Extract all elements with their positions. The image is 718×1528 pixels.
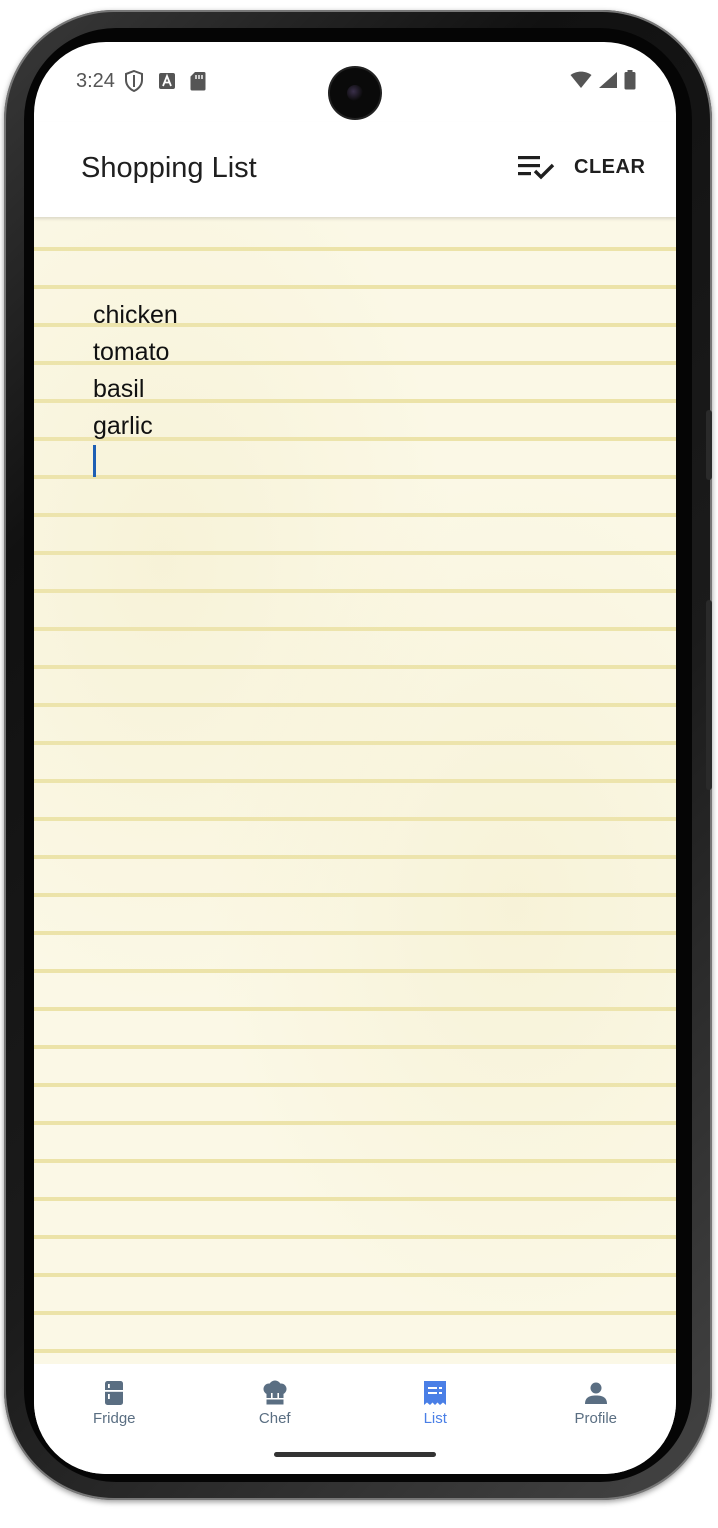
fridge-icon [101, 1380, 127, 1406]
nav-item-profile[interactable]: Profile [516, 1364, 677, 1474]
nav-label: List [423, 1410, 447, 1427]
power-button [706, 600, 712, 790]
front-camera [330, 68, 380, 118]
list-item: chicken [93, 301, 178, 329]
list-item: garlic [93, 412, 153, 440]
chef-hat-icon [262, 1380, 288, 1406]
nav-item-chef[interactable]: Chef [195, 1364, 356, 1474]
font-a-icon [158, 72, 176, 95]
bottom-navigation: Fridge Chef List Profile [34, 1364, 676, 1474]
app-bar: Shopping List CLEAR [34, 122, 676, 217]
wifi-icon [570, 71, 592, 94]
battery-icon [624, 70, 636, 95]
nav-label: Profile [574, 1410, 618, 1427]
nav-label: Fridge [92, 1410, 136, 1427]
volume-button [706, 410, 712, 480]
sd-card-icon [190, 71, 206, 96]
shield-icon [124, 69, 144, 97]
clear-button[interactable]: CLEAR [574, 156, 645, 179]
receipt-list-icon [422, 1380, 448, 1406]
home-indicator[interactable] [274, 1452, 436, 1457]
shopping-list-text[interactable]: chicken tomato basil garlic [93, 297, 178, 445]
page-title: Shopping List [81, 152, 257, 184]
screen: 3:24 Shopping List CLEAR chicken tomato … [34, 42, 676, 1474]
list-item: tomato [93, 338, 170, 366]
nav-label: Chef [258, 1410, 291, 1427]
checklist-icon [516, 153, 556, 188]
cell-signal-icon [598, 71, 618, 94]
status-icons-right [570, 70, 636, 95]
nav-item-list[interactable]: List [355, 1364, 516, 1474]
nav-item-fridge[interactable]: Fridge [34, 1364, 195, 1474]
status-icons-left [124, 69, 206, 97]
notepad-editor[interactable]: chicken tomato basil garlic [34, 217, 676, 1364]
checklist-button[interactable] [514, 150, 558, 190]
status-bar: 3:24 [34, 42, 676, 122]
status-time: 3:24 [76, 70, 115, 92]
person-icon [583, 1380, 609, 1406]
text-cursor [93, 445, 96, 477]
list-item: basil [93, 375, 145, 403]
